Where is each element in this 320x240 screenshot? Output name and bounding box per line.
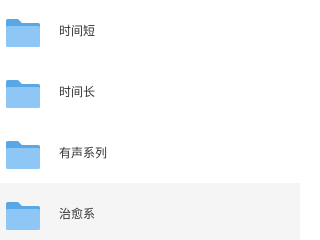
folder-icon [5,137,41,173]
folder-name: 治愈系 [59,207,96,221]
folder-name: 时间长 [59,85,96,99]
folder-name: 有声系列 [59,146,108,160]
folder-item[interactable]: 时间短 [0,0,300,61]
folder-item[interactable]: 时间长 [0,61,300,122]
folder-item[interactable]: 有声系列 [0,122,300,183]
folder-icon [5,198,41,234]
folder-icon [5,76,41,112]
folder-icon [5,15,41,51]
folder-name: 时间短 [59,24,96,38]
folder-item[interactable]: 治愈系 [0,183,300,240]
folder-list: 时间短 时间长 有声系列 治愈系 [0,0,300,240]
